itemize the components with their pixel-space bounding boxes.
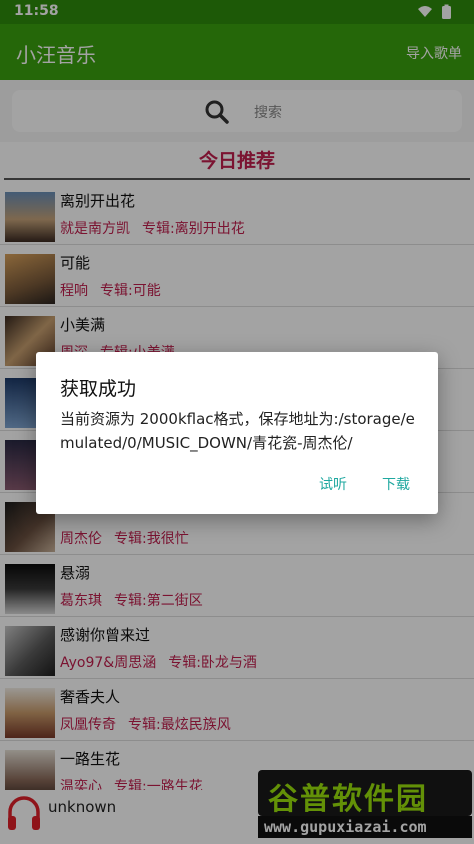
dialog-title: 获取成功	[60, 378, 137, 400]
listen-button[interactable]: 试听	[319, 474, 347, 494]
download-button[interactable]: 下载	[382, 474, 410, 494]
success-dialog: 获取成功 当前资源为 2000kflac格式，保存地址为:/storage/em…	[36, 352, 438, 514]
dialog-message: 当前资源为 2000kflac格式，保存地址为:/storage/emulate…	[60, 410, 415, 452]
